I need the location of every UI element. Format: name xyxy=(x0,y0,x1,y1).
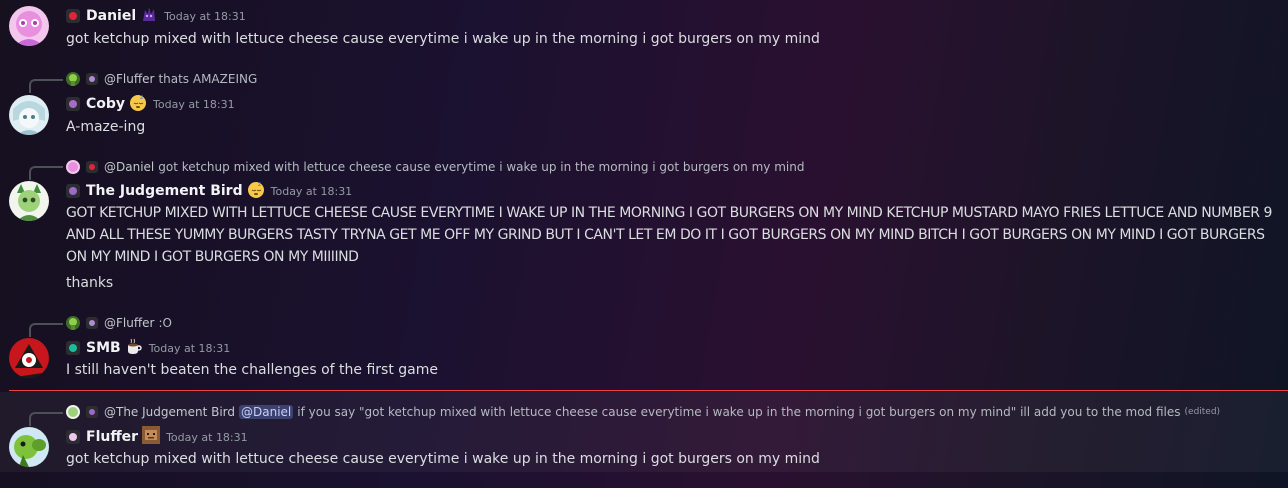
avatar-daniel[interactable] xyxy=(9,6,49,46)
creature-emoji-icon xyxy=(142,426,161,448)
hot-beverage-icon xyxy=(125,337,143,359)
message-header: Daniel Today at 18:31 xyxy=(66,6,246,26)
timestamp[interactable]: Today at 18:31 xyxy=(166,431,248,444)
username[interactable]: SMB xyxy=(86,340,121,356)
message-text: got ketchup mixed with lettuce cheese ca… xyxy=(66,451,820,467)
reply-role-icon xyxy=(86,317,98,329)
reply-avatar xyxy=(66,316,80,330)
reply-spine xyxy=(29,412,63,426)
avatar-coby[interactable] xyxy=(9,95,49,135)
avatar-judgement-bird[interactable] xyxy=(9,181,49,221)
reply-preview[interactable]: @Fluffer :O xyxy=(66,314,172,332)
reply-avatar xyxy=(66,405,80,419)
reply-avatar xyxy=(66,72,80,86)
reply-username[interactable]: @The Judgement Bird xyxy=(104,405,235,419)
username[interactable]: Daniel xyxy=(86,8,136,24)
reply-preview[interactable]: @Fluffer thats AMAZEING xyxy=(66,70,257,88)
reply-role-icon xyxy=(86,73,98,85)
reply-text: :O xyxy=(158,316,172,330)
shadow-creature-icon xyxy=(140,5,158,27)
reply-preview[interactable]: @The Judgement Bird @Daniel if you say "… xyxy=(66,403,1220,421)
reply-avatar xyxy=(66,160,80,174)
role-icon xyxy=(66,430,80,444)
username[interactable]: Fluffer xyxy=(86,429,138,445)
avatar-smb[interactable] xyxy=(9,338,49,378)
reply-text: got ketchup mixed with lettuce cheese ca… xyxy=(158,160,805,174)
reply-text: thats AMAZEING xyxy=(158,72,258,86)
mention-daniel[interactable]: @Daniel xyxy=(239,405,294,419)
reply-preview[interactable]: @Daniel got ketchup mixed with lettuce c… xyxy=(66,158,804,176)
message-text: A-maze-ing xyxy=(66,119,146,135)
timestamp[interactable]: Today at 18:31 xyxy=(271,185,353,198)
reply-spine xyxy=(29,79,63,93)
sleepy-face-icon: z xyxy=(247,180,265,202)
timestamp[interactable]: Today at 18:31 xyxy=(149,342,231,355)
reply-role-icon xyxy=(86,161,98,173)
sleepy-face-icon: z xyxy=(129,93,147,115)
message-header: Coby z Today at 18:31 xyxy=(66,94,235,114)
message-text: I still haven't beaten the challenges of… xyxy=(66,362,438,378)
edited-label: (edited) xyxy=(1184,407,1221,417)
svg-text:z: z xyxy=(140,94,143,101)
username[interactable]: Coby xyxy=(86,96,125,112)
reply-role-icon xyxy=(86,406,98,418)
reply-spine xyxy=(29,166,63,180)
role-icon xyxy=(66,184,80,198)
username[interactable]: The Judgement Bird xyxy=(86,183,243,199)
timestamp[interactable]: Today at 18:31 xyxy=(164,10,246,23)
timestamp[interactable]: Today at 18:31 xyxy=(153,98,235,111)
message-followup-text: thanks xyxy=(66,275,114,291)
reply-text: if you say "got ketchup mixed with lettu… xyxy=(297,405,1181,419)
svg-text:z: z xyxy=(258,181,261,188)
new-messages-divider xyxy=(9,390,1288,391)
role-icon xyxy=(66,9,80,23)
message-text: GOT KETCHUP MIXED WITH LETTUCE CHEESE CA… xyxy=(66,205,1272,265)
reply-username[interactable]: @Fluffer xyxy=(104,72,154,86)
role-icon xyxy=(66,97,80,111)
avatar-fluffer[interactable] xyxy=(9,427,49,467)
message-header: SMB Today at 18:31 xyxy=(66,338,230,358)
reply-username[interactable]: @Fluffer xyxy=(104,316,154,330)
message-header: Fluffer Today at 18:31 xyxy=(66,426,248,448)
reply-username[interactable]: @Daniel xyxy=(104,160,154,174)
role-icon xyxy=(66,341,80,355)
message-text: got ketchup mixed with lettuce cheese ca… xyxy=(66,31,820,47)
reply-spine xyxy=(29,323,63,337)
message-header: The Judgement Bird z Today at 18:31 xyxy=(66,181,352,201)
